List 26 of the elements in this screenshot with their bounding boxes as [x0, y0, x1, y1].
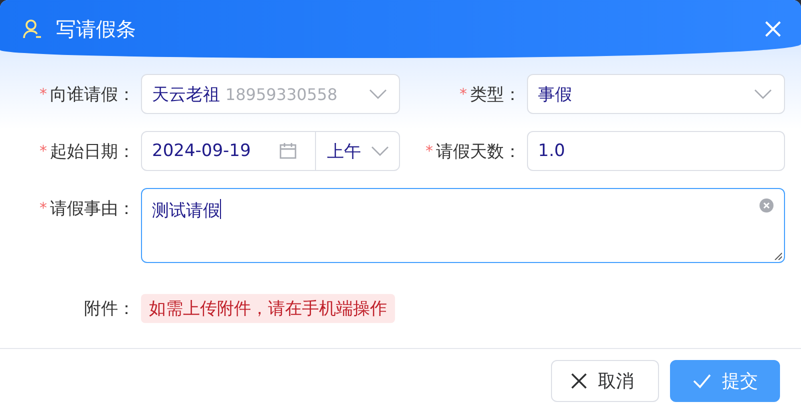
close-icon[interactable]: [763, 19, 783, 39]
required-asterisk: *: [40, 199, 47, 217]
notice-text: 如需上传附件，请在手机端操作: [141, 294, 395, 322]
cancel-button[interactable]: 取消: [551, 360, 659, 402]
required-asterisk: *: [40, 142, 47, 160]
field-label: 请假事由：: [50, 198, 135, 220]
select-field[interactable]: 事假: [527, 74, 785, 114]
resize-grip-icon[interactable]: [774, 252, 782, 260]
field-label: 类型：: [470, 84, 521, 106]
field-label: 请假天数：: [436, 140, 521, 162]
field-label: 向谁请假：: [50, 84, 135, 106]
close-icon: [570, 372, 588, 390]
field-label: 附件：: [84, 298, 135, 320]
dialog-title: 写请假条: [56, 16, 137, 42]
chevron-down-icon: [754, 89, 772, 99]
select-field[interactable]: 天云老祖 18959330558: [141, 74, 400, 114]
field-label: 起始日期：: [50, 140, 135, 162]
input-field[interactable]: 1.0: [527, 131, 785, 171]
textarea-field[interactable]: 测试请假: [141, 188, 785, 263]
check-icon: [692, 372, 712, 390]
required-asterisk: *: [426, 142, 433, 160]
user-icon: [22, 18, 44, 40]
clear-icon[interactable]: [759, 198, 774, 213]
chevron-down-icon: [369, 89, 387, 99]
required-asterisk: *: [40, 85, 47, 103]
required-asterisk: *: [460, 85, 467, 103]
